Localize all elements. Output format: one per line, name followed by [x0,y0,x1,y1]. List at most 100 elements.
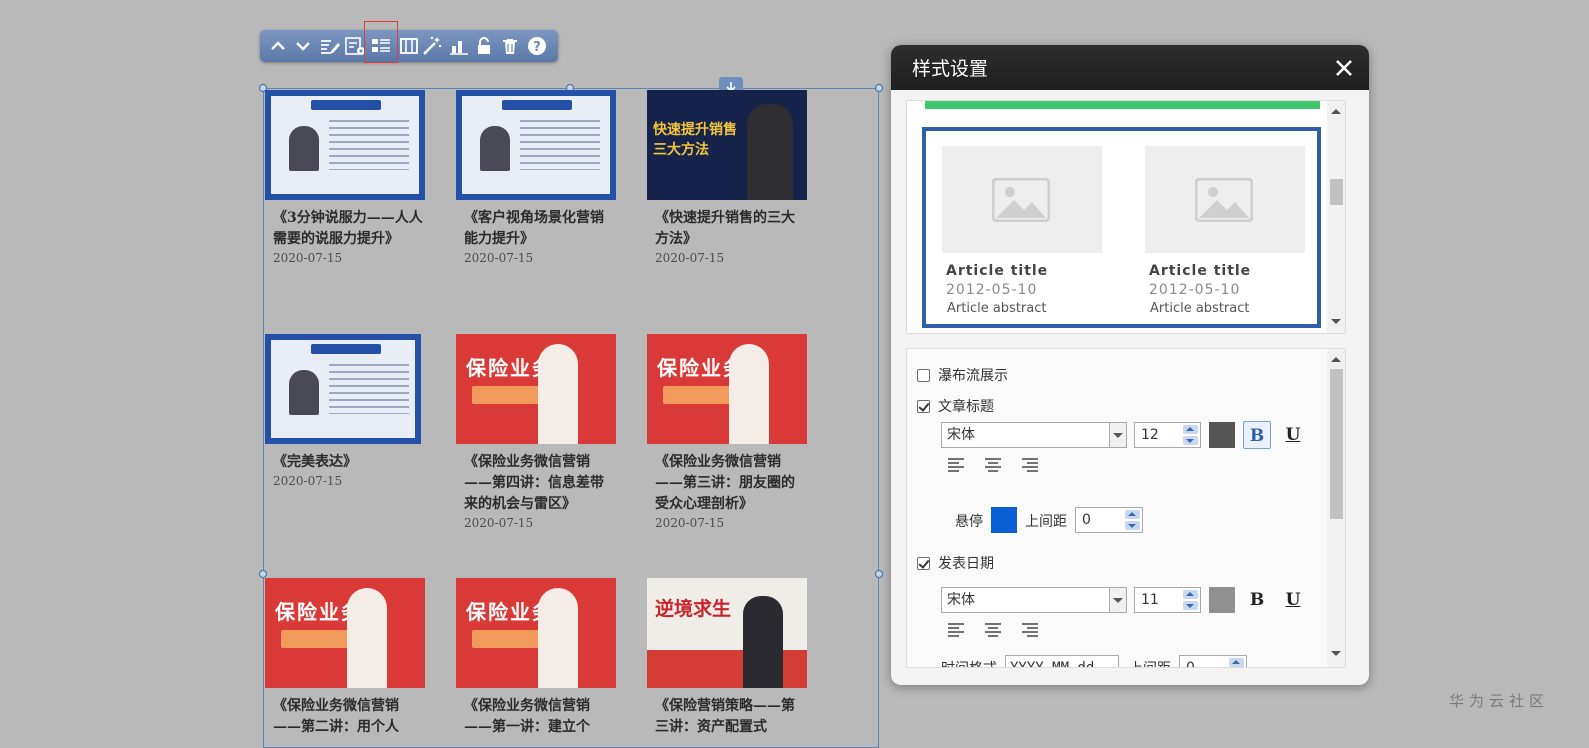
article-thumbnail[interactable]: 保险业务 [456,334,616,444]
article-title[interactable]: 《3分钟说服力——人人需要的说服力提升》 [273,208,423,250]
waterfall-option[interactable]: 瀑布流展示 [917,365,1008,385]
settings-icon[interactable] [343,34,367,58]
align-left-icon[interactable] [947,457,965,473]
chevron-down-icon[interactable] [1109,423,1126,447]
align-right-icon[interactable] [1021,457,1039,473]
lock-icon[interactable] [472,34,496,58]
title-bold-button[interactable]: B [1243,421,1271,449]
article-item[interactable]: 保险业务 《保险业务微信营销——第一讲：建立个 [456,578,631,738]
preview-date: 2012-05-10 [1149,282,1241,298]
preview-article: Article title 2012-05-10 Article abstrac… [1145,146,1305,316]
article-title[interactable]: 《保险营销策略——第三讲：资产配置式 [655,696,805,738]
date-size-stepper[interactable]: 11 [1134,587,1201,613]
chart-icon[interactable] [447,34,471,58]
article-item[interactable]: 保险业务 《保险业务微信营销——第二讲：用个人 [265,578,440,738]
article-item[interactable]: 《完美表达》 2020-07-15 [265,334,440,488]
options-scrollbar[interactable] [1327,349,1345,667]
increment-icon[interactable] [1183,425,1198,434]
article-thumbnail[interactable] [265,334,421,444]
align-right-icon[interactable] [1021,622,1039,638]
title-size-stepper[interactable]: 12 [1134,422,1201,448]
align-center-icon[interactable] [984,622,1002,638]
decrement-icon[interactable] [1183,601,1198,610]
increment-icon[interactable] [1183,590,1198,599]
align-left-icon[interactable] [947,622,965,638]
scroll-down-icon[interactable] [1331,319,1341,324]
article-title[interactable]: 《保险业务微信营销——第四讲：信息差带来的机会与雷区》 [464,452,614,515]
columns-icon[interactable] [397,34,421,58]
date-top-margin-label: 上间距 [1129,658,1171,667]
preview-scrollbar[interactable] [1327,101,1345,333]
time-format-input[interactable]: YYYY-MM-dd [1005,655,1119,667]
waterfall-checkbox[interactable] [917,368,930,382]
publish-date-option[interactable]: 发表日期 [917,553,994,573]
resize-handle-left[interactable] [259,570,267,578]
delete-icon[interactable] [498,34,522,58]
scrollbar-thumb[interactable] [1330,179,1343,205]
article-item[interactable]: 逆境求生 《保险营销策略——第三讲：资产配置式 [647,578,822,738]
resize-handle-right[interactable] [875,570,883,578]
article-title[interactable]: 《客户视角场景化营销能力提升》 [464,208,614,250]
resize-handle-top-right[interactable] [875,84,883,92]
article-title[interactable]: 《保险业务微信营销——第一讲：建立个 [464,696,614,738]
edit-text-icon[interactable] [317,34,341,58]
move-up-icon[interactable] [266,34,290,58]
style-option-selected[interactable]: Article title 2012-05-10 Article abstrac… [922,127,1321,328]
article-thumbnail[interactable]: 保险业务 [647,334,807,444]
article-title[interactable]: 《快速提升销售的三大方法》 [655,208,805,250]
style-option-accent-bar[interactable] [925,101,1320,109]
article-date: 2020-07-15 [273,474,343,488]
scroll-up-icon[interactable] [1331,109,1341,114]
article-item[interactable]: 保险业务 《保险业务微信营销——第三讲：朋友圈的受众心理剖析》 2020-07-… [647,334,822,530]
date-top-margin-value: 0 [1186,660,1195,668]
preview-abstract: Article abstract [1150,301,1250,316]
close-icon[interactable] [1333,57,1355,79]
scroll-down-icon[interactable] [1331,651,1341,656]
article-title[interactable]: 《保险业务微信营销——第三讲：朋友圈的受众心理剖析》 [655,452,805,515]
article-item[interactable]: 《3分钟说服力——人人需要的说服力提升》 2020-07-15 [265,90,440,265]
element-toolbar: ? [260,21,558,63]
date-size-value: 11 [1141,592,1159,608]
article-title-checkbox[interactable] [917,399,930,413]
decrement-icon[interactable] [1125,521,1140,530]
article-item[interactable]: 快速提升销售 三大方法 《快速提升销售的三大方法》 2020-07-15 [647,90,822,265]
article-title-option[interactable]: 文章标题 [917,396,994,416]
publish-date-checkbox[interactable] [917,556,930,570]
article-date: 2020-07-15 [655,251,725,265]
article-item[interactable]: 保险业务 《保险业务微信营销——第四讲：信息差带来的机会与雷区》 2020-07… [456,334,631,530]
list-style-icon[interactable] [364,21,398,63]
preview-date: 2012-05-10 [946,282,1038,298]
article-item[interactable]: 《客户视角场景化营销能力提升》 2020-07-15 [456,90,631,265]
increment-icon[interactable] [1229,658,1244,667]
article-thumbnail[interactable] [265,90,425,200]
increment-icon[interactable] [1125,510,1140,519]
help-icon[interactable]: ? [525,34,549,58]
align-center-icon[interactable] [984,457,1002,473]
title-top-margin-stepper[interactable]: 0 [1075,507,1143,533]
date-bold-button[interactable]: B [1243,586,1271,614]
article-thumbnail[interactable] [456,90,616,200]
title-underline-button[interactable]: U [1279,421,1307,449]
article-title[interactable]: 《完美表达》 [273,452,423,473]
article-date: 2020-07-15 [464,251,534,265]
move-down-icon[interactable] [291,34,315,58]
scrollbar-thumb[interactable] [1330,369,1343,519]
article-thumbnail[interactable]: 逆境求生 [647,578,807,688]
hover-color-swatch[interactable] [991,507,1017,533]
article-thumbnail[interactable]: 保险业务 [456,578,616,688]
article-thumbnail[interactable]: 快速提升销售 三大方法 [647,90,807,200]
date-top-margin-stepper[interactable]: 0 [1179,655,1247,668]
article-title[interactable]: 《保险业务微信营销——第二讲：用个人 [273,696,423,738]
date-font-select[interactable]: 宋体 [941,587,1127,613]
dialog-header[interactable]: 样式设置 [891,45,1369,90]
date-underline-button[interactable]: U [1279,586,1307,614]
article-thumbnail[interactable]: 保险业务 [265,578,425,688]
scroll-up-icon[interactable] [1331,357,1341,362]
decrement-icon[interactable] [1183,436,1198,445]
watermark: 华为云社区 [1449,692,1550,710]
chevron-down-icon[interactable] [1109,588,1126,612]
magic-wand-icon[interactable] [420,34,444,58]
title-color-swatch[interactable] [1209,422,1235,448]
title-font-select[interactable]: 宋体 [941,422,1127,448]
date-color-swatch[interactable] [1209,587,1235,613]
